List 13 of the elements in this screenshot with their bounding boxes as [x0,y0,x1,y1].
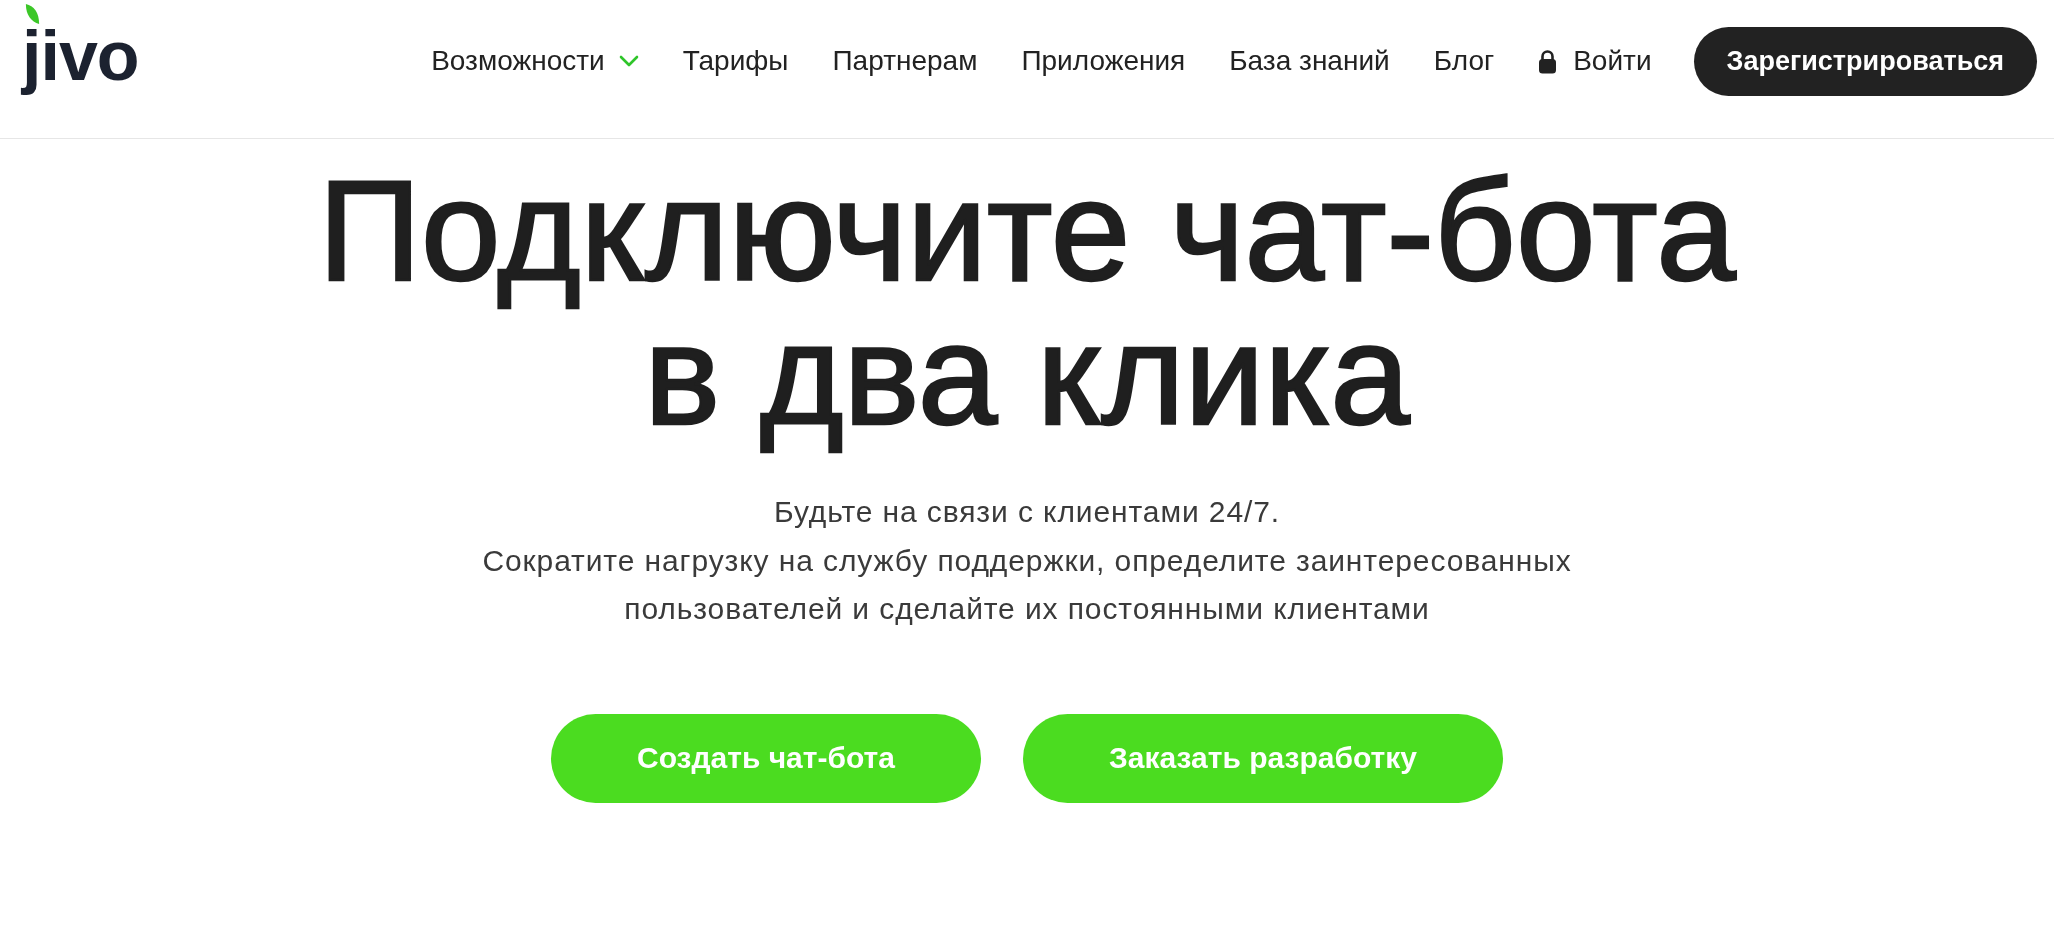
nav-link[interactable]: Приложения [1021,45,1186,77]
hero-description: Будьте на связи с клиентами 24/7. Сократите нагрузку на службу поддержки, определите заинтересованных пользователей и сделайте их постоянными клиентами [482,494,1572,627]
nav-link[interactable]: Тарифы [682,45,789,77]
leaf-icon [25,3,40,25]
nav-link[interactable]: Партнерам [832,45,978,77]
login-link[interactable]: Войти [1538,45,1652,77]
hero-heading: Подключите чат-бота в два клика [318,155,1736,456]
lock-icon [1538,48,1558,74]
signup-button[interactable]: Зарегистрироваться [1693,26,2037,96]
nav-link[interactable]: База знаний [1229,45,1390,77]
nav-link[interactable]: Блог [1433,45,1495,77]
chevron-down-icon [618,55,639,67]
features-menu-button[interactable]: Возможности [431,45,639,77]
